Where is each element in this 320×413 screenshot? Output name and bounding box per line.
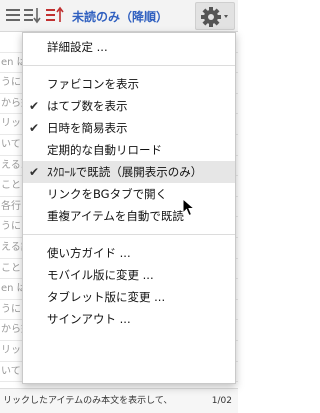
gear-icon bbox=[201, 7, 228, 27]
menu-item-label: サインアウト ... bbox=[47, 312, 131, 326]
menu-separator bbox=[23, 234, 235, 235]
mouse-cursor-icon bbox=[182, 198, 196, 217]
page-indicator: 1/02 bbox=[207, 389, 232, 413]
status-bar: リックしたアイテムのみ本文を表示して、 1/02 bbox=[0, 388, 238, 413]
menu-separator bbox=[23, 65, 235, 66]
menu-item[interactable]: ✔ はてブ数を表示 bbox=[23, 95, 235, 117]
menu-item[interactable]: ✔ ｽｸﾛｰﾙで既読（展開表示のみ） bbox=[23, 161, 235, 183]
filter-title[interactable]: 未読のみ（降順） bbox=[72, 8, 168, 25]
menu-item[interactable]: 使い方ガイド ... bbox=[23, 242, 235, 264]
menu-item[interactable]: タブレット版に変更 ... bbox=[23, 286, 235, 308]
toolbar: 未読のみ（降順） bbox=[0, 0, 238, 32]
menu-item[interactable]: サインアウト ... bbox=[23, 308, 235, 330]
settings-button[interactable] bbox=[195, 2, 235, 30]
menu-item-label: 重複アイテムを自動で既読 bbox=[47, 209, 184, 223]
menu-item[interactable]: ✔ 日時を簡易表示 bbox=[23, 117, 235, 139]
settings-menu: 詳細設定 ... ファビコンを表示 ✔ はてブ数を表示 ✔ 日時を簡易表示定期的な自動リロ… bbox=[22, 32, 236, 384]
menu-item-label: はてブ数を表示 bbox=[47, 99, 128, 113]
menu-item-label: モバイル版に変更 ... bbox=[47, 268, 154, 282]
menu-item[interactable]: モバイル版に変更 ... bbox=[23, 264, 235, 286]
menu-item[interactable]: リンクをBGタブで開く bbox=[23, 183, 235, 205]
checkmark-icon: ✔ bbox=[29, 165, 40, 179]
sort-list-icon[interactable] bbox=[23, 6, 41, 28]
menu-item-label: ｽｸﾛｰﾙで既読（展開表示のみ） bbox=[47, 165, 203, 179]
menu-item-label: 使い方ガイド ... bbox=[47, 246, 131, 260]
menu-item-label: ファビコンを表示 bbox=[47, 77, 139, 91]
menu-item[interactable]: 定期的な自動リロード bbox=[23, 139, 235, 161]
menu-item-label: タブレット版に変更 ... bbox=[47, 290, 166, 304]
menu-item[interactable]: 詳細設定 ... bbox=[23, 36, 235, 58]
menu-item[interactable]: ファビコンを表示 bbox=[23, 73, 235, 95]
menu-item-label: 詳細設定 ... bbox=[47, 40, 108, 54]
sort-order-icon[interactable] bbox=[45, 6, 67, 28]
menu-item-label: 日時を簡易表示 bbox=[47, 121, 128, 135]
list-view-icon[interactable] bbox=[4, 6, 22, 28]
checkmark-icon: ✔ bbox=[29, 99, 40, 113]
status-text: リックしたアイテムのみ本文を表示して、 bbox=[3, 396, 173, 406]
checkmark-icon: ✔ bbox=[29, 121, 40, 135]
menu-item-label: 定期的な自動リロード bbox=[47, 143, 162, 157]
chevron-down-icon bbox=[224, 15, 228, 18]
menu-item[interactable]: 重複アイテムを自動で既読 bbox=[23, 205, 235, 227]
menu-item-label: リンクをBGタブで開く bbox=[47, 187, 168, 201]
